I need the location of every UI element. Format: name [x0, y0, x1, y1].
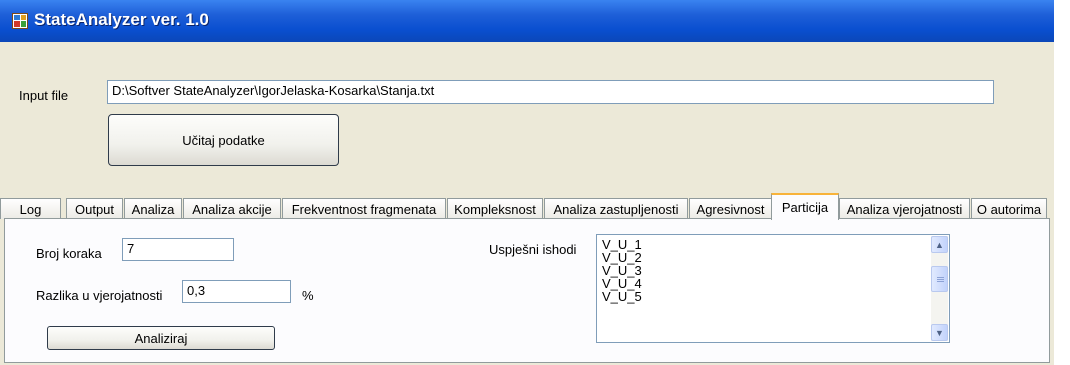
steps-label: Broj koraka [36, 246, 102, 261]
load-data-button[interactable]: Učitaj podatke [108, 114, 339, 166]
tab-label: Log [19, 201, 42, 217]
tab-label: Frekventnost fragmenata [291, 201, 437, 217]
app-icon [12, 13, 28, 29]
tab-analiza-vjerojatnosti[interactable]: Analiza vjerojatnosti [839, 198, 970, 219]
tab-analiza-zastupljenosti[interactable]: Analiza zastupljenosti [544, 198, 688, 219]
tab-analiza-akcije[interactable]: Analiza akcije [183, 198, 281, 219]
outcomes-listbox[interactable]: V_U_1 V_U_2 V_U_3 V_U_4 V_U_5 ▲ ▼ [596, 234, 950, 343]
tab-label: O autorima [976, 201, 1042, 217]
tab-label: Kompleksnost [454, 201, 536, 217]
tab-log[interactable]: Log [0, 198, 61, 219]
tab-agresivnost[interactable]: Agresivnost [689, 198, 772, 219]
list-item[interactable]: V_U_5 [602, 290, 642, 303]
tab-strip: Log Output Analiza Analiza akcije Frekve… [0, 193, 1054, 220]
app-window: StateAnalyzer ver. 1.0 Input file D:\Sof… [0, 0, 1054, 365]
scroll-down-icon[interactable]: ▼ [931, 324, 948, 341]
tab-label: Agresivnost [696, 201, 765, 217]
analyze-button[interactable]: Analiziraj [47, 326, 275, 350]
input-file-label: Input file [19, 88, 69, 103]
vertical-scrollbar[interactable]: ▲ ▼ [931, 236, 948, 341]
tab-frekventnost-fragmenata[interactable]: Frekventnost fragmenata [282, 198, 446, 219]
load-data-button-label: Učitaj podatke [182, 132, 265, 148]
scroll-thumb[interactable] [931, 266, 948, 292]
outcomes-label: Uspješni ishodi [489, 242, 577, 257]
tab-label: Analiza zastupljenosti [553, 201, 679, 217]
probability-difference-input[interactable]: 0,3 [182, 280, 291, 303]
tab-particija[interactable]: Particija [771, 193, 839, 220]
percent-sign: % [302, 288, 314, 303]
tab-label: Analiza vjerojatnosti [846, 201, 963, 217]
tab-o-autorima[interactable]: O autorima [971, 198, 1047, 219]
title-bar[interactable]: StateAnalyzer ver. 1.0 [0, 0, 1054, 42]
tab-label: Analiza [131, 201, 175, 217]
analyze-button-label: Analiziraj [134, 330, 188, 346]
window-title: StateAnalyzer ver. 1.0 [34, 10, 209, 29]
input-file-field[interactable]: D:\Softver StateAnalyzer\IgorJelaska-Kos… [107, 80, 994, 104]
tab-label: Analiza akcije [192, 201, 272, 217]
tab-label: Output [74, 201, 115, 217]
steps-input[interactable]: 7 [122, 238, 234, 261]
scroll-up-icon[interactable]: ▲ [931, 236, 948, 253]
tab-analiza[interactable]: Analiza [124, 198, 182, 219]
tab-label: Particija [781, 200, 829, 215]
tab-kompleksnost[interactable]: Kompleksnost [447, 198, 543, 219]
probability-difference-label: Razlika u vjerojatnosti [36, 288, 163, 303]
outcomes-list: V_U_1 V_U_2 V_U_3 V_U_4 V_U_5 [602, 238, 642, 303]
tab-output[interactable]: Output [66, 198, 123, 219]
